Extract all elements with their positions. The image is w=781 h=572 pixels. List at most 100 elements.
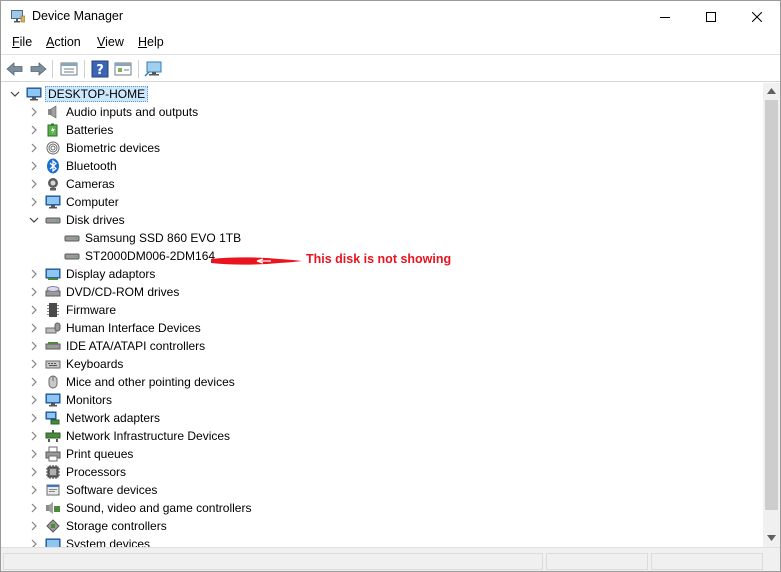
category-label: Sound, video and game controllers xyxy=(66,501,252,515)
expand-chevron-icon[interactable] xyxy=(29,179,39,189)
category-label: Bluetooth xyxy=(66,159,117,173)
tree-category-disk-drives[interactable]: Disk drives xyxy=(1,211,761,229)
menu-bar: File Action View Help xyxy=(1,32,780,54)
expand-chevron-icon[interactable] xyxy=(29,485,39,495)
tree-category-batteries[interactable]: Batteries xyxy=(1,121,761,139)
category-label: Storage controllers xyxy=(66,519,167,533)
expand-chevron-icon[interactable] xyxy=(29,143,39,153)
expand-chevron-icon[interactable] xyxy=(29,395,39,405)
device-tree[interactable]: DESKTOP-HOME Audio inputs and outputs Batt… xyxy=(1,83,763,547)
device-manager-window: Device Manager File Action View Help ? D… xyxy=(0,0,781,572)
tree-category-computer[interactable]: Computer xyxy=(1,193,761,211)
expand-chevron-icon[interactable] xyxy=(29,467,39,477)
toolbar-separator xyxy=(52,60,53,78)
expand-chevron-icon[interactable] xyxy=(29,413,39,423)
tree-category-display-adaptors[interactable]: Display adaptors xyxy=(1,265,761,283)
tree-category-bluetooth[interactable]: Bluetooth xyxy=(1,157,761,175)
title-bar[interactable]: Device Manager xyxy=(1,1,780,32)
tree-category-storage-controllers[interactable]: Storage controllers xyxy=(1,517,761,535)
tree-category-biometric-devices[interactable]: Biometric devices xyxy=(1,139,761,157)
scroll-up-icon[interactable] xyxy=(767,88,776,94)
expand-chevron-icon[interactable] xyxy=(29,305,39,315)
tree-device-samsung-ssd-860-evo-1tb[interactable]: Samsung SSD 860 EVO 1TB xyxy=(1,229,761,247)
category-label: Firmware xyxy=(66,303,116,317)
help-button[interactable]: ? xyxy=(90,59,110,79)
tree-category-system-devices[interactable]: System devices xyxy=(1,535,761,547)
scan-hardware-button[interactable] xyxy=(144,59,164,79)
expand-chevron-icon[interactable] xyxy=(29,197,39,207)
collapse-chevron-icon[interactable] xyxy=(29,215,39,225)
vertical-scrollbar[interactable] xyxy=(763,83,780,547)
close-button[interactable] xyxy=(734,1,780,32)
menu-help[interactable]: Help xyxy=(138,35,164,49)
menu-file[interactable]: File xyxy=(12,35,32,49)
properties-button[interactable] xyxy=(59,59,79,79)
status-pane xyxy=(546,553,648,570)
minimize-button[interactable] xyxy=(642,1,688,32)
category-label: Batteries xyxy=(66,123,114,137)
forward-button[interactable] xyxy=(28,59,48,79)
menu-action[interactable]: Action xyxy=(46,35,81,49)
network-infrastructure-icon xyxy=(45,430,61,442)
menu-view[interactable]: View xyxy=(97,35,124,49)
tree-category-ide-ata-atapi-controllers[interactable]: IDE ATA/ATAPI controllers xyxy=(1,337,761,355)
expand-chevron-icon[interactable] xyxy=(29,107,39,117)
help-icon: ? xyxy=(91,60,109,78)
expand-chevron-icon[interactable] xyxy=(29,323,39,333)
computer-icon xyxy=(45,195,61,209)
expand-chevron-icon[interactable] xyxy=(29,449,39,459)
expand-chevron-icon[interactable] xyxy=(29,269,39,279)
sound-controller-icon xyxy=(46,502,60,514)
tree-root-computer[interactable]: DESKTOP-HOME xyxy=(1,85,761,103)
tree-category-network-infrastructure-devices[interactable]: Network Infrastructure Devices xyxy=(1,427,761,445)
battery-icon xyxy=(47,123,58,137)
expand-chevron-icon[interactable] xyxy=(29,125,39,135)
scroll-down-icon[interactable] xyxy=(767,535,776,541)
tree-category-keyboards[interactable]: Keyboards xyxy=(1,355,761,373)
show-hidden-button[interactable] xyxy=(113,59,133,79)
expand-chevron-icon[interactable] xyxy=(29,503,39,513)
expand-chevron-icon[interactable] xyxy=(29,287,39,297)
category-label: IDE ATA/ATAPI controllers xyxy=(66,339,206,353)
tree-category-software-devices[interactable]: Software devices xyxy=(1,481,761,499)
back-button[interactable] xyxy=(5,59,25,79)
tree-category-monitors[interactable]: Monitors xyxy=(1,391,761,409)
tree-category-mice-and-other-pointing-devices[interactable]: Mice and other pointing devices xyxy=(1,373,761,391)
expand-chevron-icon[interactable] xyxy=(29,359,39,369)
tree-category-firmware[interactable]: Firmware xyxy=(1,301,761,319)
tree-category-sound-video-and-game-controllers[interactable]: Sound, video and game controllers xyxy=(1,499,761,517)
expand-chevron-icon[interactable] xyxy=(29,161,39,171)
expand-chevron-icon[interactable] xyxy=(29,539,39,547)
status-bar xyxy=(1,547,780,571)
expand-chevron-icon[interactable] xyxy=(29,341,39,351)
tree-category-processors[interactable]: Processors xyxy=(1,463,761,481)
hid-icon xyxy=(45,322,61,334)
forward-icon xyxy=(30,62,47,76)
scrollbar-thumb[interactable] xyxy=(765,100,778,510)
tree-category-network-adapters[interactable]: Network adapters xyxy=(1,409,761,427)
tree-category-human-interface-devices[interactable]: Human Interface Devices xyxy=(1,319,761,337)
fingerprint-icon xyxy=(46,141,60,155)
expand-chevron-icon[interactable] xyxy=(29,377,39,387)
category-label: Network adapters xyxy=(66,411,161,425)
properties-icon xyxy=(60,62,78,76)
expand-chevron-icon[interactable] xyxy=(29,521,39,531)
computer-root-icon xyxy=(26,87,42,101)
processor-icon xyxy=(46,465,60,479)
tree-category-dvd-cd-rom-drives[interactable]: DVD/CD-ROM drives xyxy=(1,283,761,301)
tree-category-cameras[interactable]: Cameras xyxy=(1,175,761,193)
disk-drive-icon xyxy=(45,217,61,224)
system-device-icon xyxy=(45,538,61,547)
close-icon xyxy=(752,11,762,22)
collapse-chevron-icon[interactable] xyxy=(10,89,20,99)
tree-category-audio-inputs-and-outputs[interactable]: Audio inputs and outputs xyxy=(1,103,761,121)
tree-category-print-queues[interactable]: Print queues xyxy=(1,445,761,463)
software-device-icon xyxy=(46,484,60,496)
expand-chevron-icon[interactable] xyxy=(29,431,39,441)
category-label: Disk drives xyxy=(66,213,125,227)
show-hidden-icon xyxy=(114,62,132,76)
category-label: Print queues xyxy=(66,447,134,461)
device-label: Samsung SSD 860 EVO 1TB xyxy=(85,231,242,245)
toolbar-separator xyxy=(84,60,85,78)
maximize-button[interactable] xyxy=(688,1,734,32)
